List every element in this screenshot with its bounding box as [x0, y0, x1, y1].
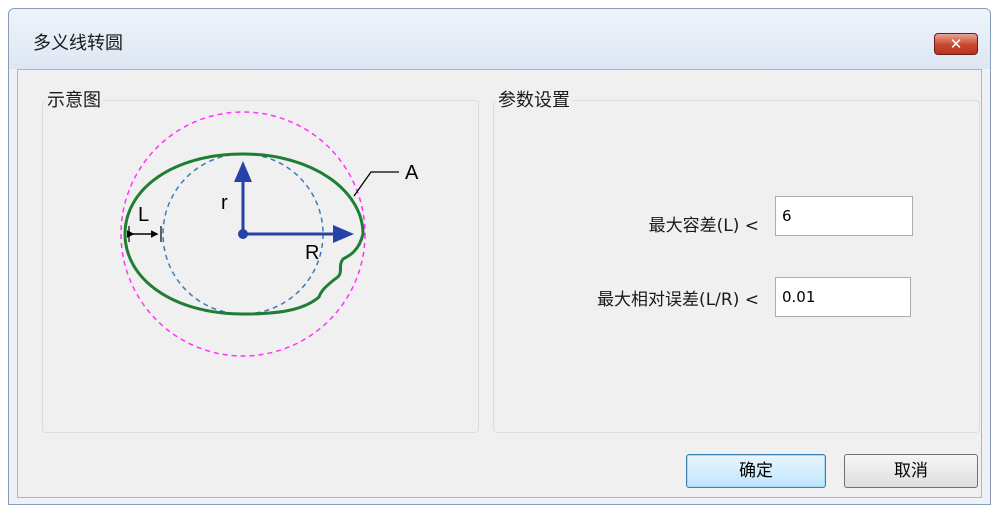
close-icon: ✕ — [949, 35, 963, 53]
label-a: A — [405, 162, 419, 184]
diagram-illustration: A r R L — [120, 111, 419, 357]
params-group-title: 参数设置 — [496, 86, 572, 112]
diagram-group: 示意图 A r R L — [42, 86, 479, 433]
max-relative-error-input[interactable] — [775, 277, 911, 317]
max-tolerance-input[interactable] — [775, 196, 913, 236]
label-big-r: R — [305, 242, 319, 264]
max-relative-error-label: 最大相对误差(L/R) < — [597, 290, 759, 310]
cancel-button[interactable]: 取消 — [844, 454, 978, 488]
dialog-window: 多义线转圆 ✕ 示意图 A r R L 参数设置 最大容差(L) < 6 最大相… — [8, 8, 991, 505]
ok-button[interactable]: 确定 — [686, 454, 826, 488]
params-group: 参数设置 — [493, 86, 980, 433]
window-title: 多义线转圆 — [33, 33, 123, 54]
label-r: r — [221, 192, 228, 214]
max-tolerance-label: 最大容差(L) < — [648, 216, 759, 236]
title-bar[interactable]: 多义线转圆 ✕ — [9, 9, 990, 69]
leader-line-a — [353, 171, 399, 197]
label-l: L — [138, 204, 149, 226]
close-button[interactable]: ✕ — [934, 33, 978, 55]
dialog-client-area: 示意图 A r R L 参数设置 最大容差(L) < 6 最大相对误差(L/R)… — [17, 69, 982, 498]
